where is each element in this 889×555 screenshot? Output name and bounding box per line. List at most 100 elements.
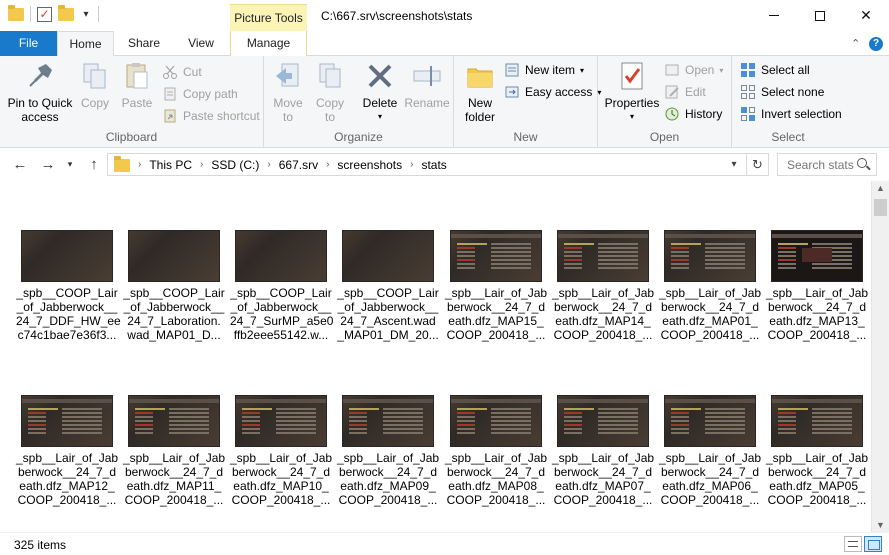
help-icon[interactable]: ? — [869, 37, 883, 51]
pin-label: Pin to Quick access — [7, 96, 73, 124]
breadcrumb-667-srv[interactable]: 667.srv — [279, 158, 318, 172]
search-icon — [857, 158, 867, 168]
paste-shortcut-icon — [162, 108, 178, 124]
up-button[interactable]: ↑ — [84, 154, 104, 174]
maximize-button[interactable] — [797, 0, 843, 31]
select-none-button[interactable]: Select none — [740, 82, 824, 102]
select-none-label: Select none — [761, 85, 825, 99]
breadcrumb-this-pc[interactable]: This PC — [149, 158, 192, 172]
quick-access-toolbar: ✓ ▾ — [8, 4, 99, 22]
divider — [98, 6, 99, 22]
delete-button[interactable]: Delete ▾ — [360, 60, 400, 124]
collapse-ribbon-icon[interactable]: ⌃ — [851, 37, 860, 50]
easy-access-icon — [504, 84, 520, 100]
properties-checkmark-icon[interactable]: ✓ — [37, 6, 52, 22]
scroll-down-icon[interactable]: ▼ — [872, 520, 889, 530]
ribbon: Pin to Quick access Copy Paste Cut Copy … — [0, 56, 889, 148]
organize-group-label: Organize — [334, 130, 383, 144]
copy-to-icon — [314, 60, 346, 92]
paste-button[interactable]: Paste — [118, 60, 156, 110]
breadcrumb-separator-icon[interactable]: › — [326, 159, 329, 170]
breadcrumb-separator-icon[interactable]: › — [410, 159, 413, 170]
clipboard-group-label: Clipboard — [105, 130, 158, 144]
cut-button[interactable]: Cut — [162, 62, 202, 82]
new-item-icon — [504, 62, 520, 78]
scrollbar-thumb[interactable] — [874, 199, 887, 216]
file-name: _spb__Lair_of_Jab berwock__24_7_d eath.d… — [16, 451, 119, 507]
rename-icon — [411, 60, 443, 92]
tab-view[interactable]: View — [178, 31, 224, 56]
tab-share[interactable]: Share — [118, 31, 170, 56]
breadcrumb-screenshots[interactable]: screenshots — [337, 158, 402, 172]
file-name: _spb__Lair_of_Jab berwock__24_7_d eath.d… — [445, 451, 548, 507]
thumbnail — [235, 230, 327, 282]
qat-dropdown-icon[interactable]: ▾ — [80, 9, 92, 20]
thumbnail — [664, 395, 756, 447]
back-button[interactable]: ← — [10, 154, 30, 174]
new-group: New folder New item ▾ Easy access ▾ New — [454, 56, 601, 148]
address-bar[interactable]: › This PC › SSD (C:) › 667.srv › screens… — [107, 153, 769, 176]
copy-to-label: Copy to — [315, 96, 344, 124]
history-button[interactable]: History — [664, 104, 722, 124]
file-name: _spb__COOP_Lair _of_Jabberwock__ 24_7_As… — [337, 286, 439, 342]
file-name: _spb__Lair_of_Jab berwock__24_7_d eath.d… — [659, 286, 762, 342]
close-icon: ✕ — [860, 7, 872, 23]
easy-access-button[interactable]: Easy access ▾ — [504, 82, 601, 102]
address-history-dropdown-icon[interactable]: ▾ — [724, 154, 744, 175]
properties-icon — [616, 60, 648, 92]
tab-file[interactable]: File — [0, 31, 57, 56]
select-all-button[interactable]: Select all — [740, 60, 810, 80]
folder-icon — [8, 4, 24, 21]
invert-selection-label: Invert selection — [761, 107, 842, 121]
paste-shortcut-button[interactable]: Paste shortcut — [162, 106, 260, 126]
move-to-button[interactable]: Move to — [270, 60, 306, 124]
open-dropdown-icon: ▾ — [719, 65, 724, 75]
open-button[interactable]: Open ▾ — [664, 60, 723, 80]
copy-path-button[interactable]: Copy path — [162, 84, 238, 104]
refresh-icon[interactable]: ↻ — [746, 154, 768, 175]
breadcrumb-separator-icon[interactable]: › — [267, 159, 270, 170]
minimize-button[interactable] — [751, 0, 797, 31]
pin-to-quick-access-button[interactable]: Pin to Quick access — [6, 60, 74, 124]
breadcrumb-separator-icon: › — [138, 159, 142, 170]
large-icons-view-icon[interactable] — [864, 536, 882, 552]
ribbon-tabs: File Home Share View Manage ⌃ ? — [0, 31, 889, 57]
select-group-label: Select — [771, 130, 805, 144]
breadcrumb-ssd[interactable]: SSD (C:) — [211, 158, 259, 172]
thumbnail — [557, 395, 649, 447]
rename-button[interactable]: Rename — [404, 60, 450, 110]
file-name: _spb__Lair_of_Jab berwock__24_7_d eath.d… — [659, 451, 762, 507]
copy-to-button[interactable]: Copy to — [312, 60, 348, 124]
copy-button[interactable]: Copy — [78, 60, 112, 110]
paste-shortcut-label: Paste shortcut — [183, 109, 260, 123]
tab-home[interactable]: Home — [57, 31, 114, 57]
up-arrow-icon: ↑ — [90, 155, 98, 173]
breadcrumb-stats[interactable]: stats — [421, 158, 446, 172]
new-folder-icon[interactable] — [58, 4, 74, 21]
item-count: 325 items — [14, 538, 67, 552]
edit-button[interactable]: Edit — [664, 82, 706, 102]
properties-button[interactable]: Properties ▾ — [604, 60, 660, 124]
tab-manage[interactable]: Manage — [230, 31, 307, 56]
new-folder-icon — [464, 60, 496, 92]
history-label: History — [685, 107, 723, 121]
details-view-icon[interactable] — [844, 536, 862, 552]
breadcrumb-separator-icon[interactable]: › — [200, 159, 203, 170]
vertical-scrollbar[interactable]: ▲ ▼ — [871, 181, 889, 532]
scissors-icon — [162, 64, 178, 80]
close-button[interactable]: ✕ — [843, 0, 889, 31]
new-folder-button[interactable]: New folder — [460, 60, 500, 124]
scroll-up-icon[interactable]: ▲ — [872, 183, 889, 193]
forward-button[interactable]: → — [38, 154, 58, 174]
open-group-label: Open — [649, 130, 680, 144]
open-icon — [664, 62, 680, 78]
new-item-button[interactable]: New item ▾ — [504, 60, 584, 80]
new-folder-label: New folder — [464, 96, 496, 124]
copy-path-label: Copy path — [183, 87, 238, 101]
recent-locations-button[interactable]: ▾ — [60, 154, 80, 174]
file-name: _spb__Lair_of_Jab berwock__24_7_d eath.d… — [552, 286, 655, 342]
invert-selection-icon — [740, 106, 756, 122]
copy-icon — [79, 60, 111, 92]
invert-selection-button[interactable]: Invert selection — [740, 104, 842, 124]
clipboard-group: Pin to Quick access Copy Paste Cut Copy … — [0, 56, 264, 148]
